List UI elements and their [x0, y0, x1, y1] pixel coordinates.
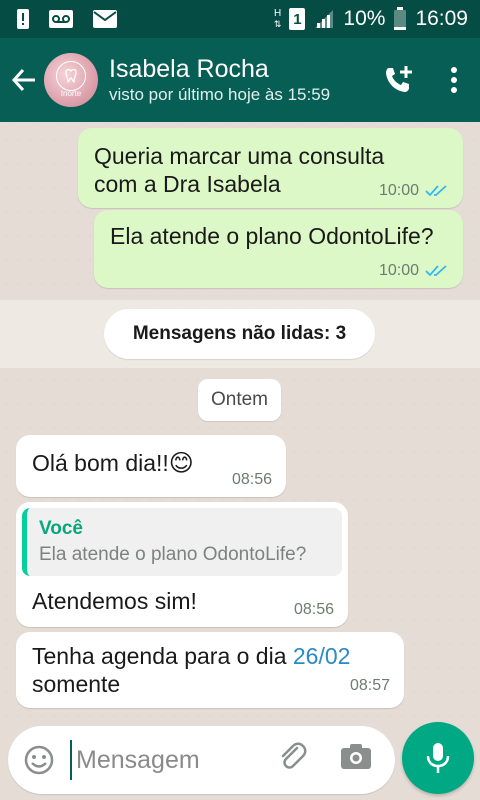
date-separator: Ontem [198, 379, 281, 421]
avatar-text: Inorte [60, 89, 82, 98]
chat-header: Inorte Isabela Rocha visto por último ho… [0, 38, 480, 122]
clock: 16:09 [415, 7, 468, 30]
email-icon [92, 9, 118, 29]
arrow-left-icon [11, 68, 35, 92]
camera-icon [341, 744, 371, 769]
signal-icon [313, 8, 335, 30]
attach-button[interactable] [272, 736, 312, 776]
emoji-button[interactable] [8, 726, 70, 794]
message-time: 08:56 [293, 601, 334, 618]
battery-icon [393, 7, 407, 31]
alert-icon [16, 8, 30, 30]
camera-button[interactable] [336, 736, 376, 776]
emoji-icon [24, 745, 54, 775]
message-bubble[interactable]: Olá bom dia!!😊 08:56 [16, 435, 286, 497]
message-text: Tenha agenda para o dia 26/02 somente [32, 642, 388, 698]
message-meta: 10:00 [379, 182, 449, 200]
sim-icon: 1 [289, 8, 306, 30]
microphone-icon [426, 743, 450, 773]
date-label: Ontem [210, 389, 269, 410]
quoted-author: Você [39, 518, 84, 539]
voice-record-button[interactable] [402, 722, 474, 794]
message-text: Ela atende o plano OdontoLife? [110, 223, 434, 249]
message-text: Queria marcar uma consulta com a Dra Isa… [94, 143, 385, 197]
message-input[interactable] [70, 740, 270, 780]
date-link[interactable]: 26/02 [293, 643, 351, 669]
message-bubble[interactable]: Ela atende o plano OdontoLife? 10:00 [94, 210, 463, 288]
status-bar: H ⇅ 1 10% 16:09 [0, 0, 480, 38]
message-time: 10:00 [378, 262, 419, 279]
message-bubble[interactable]: Você Ela atende o plano OdontoLife? Aten… [16, 502, 348, 627]
message-bubble[interactable]: Queria marcar uma consulta com a Dra Isa… [78, 128, 463, 208]
add-call-button[interactable] [368, 38, 428, 122]
more-options-button[interactable] [428, 38, 480, 122]
quoted-message[interactable]: Você Ela atende o plano OdontoLife? [22, 508, 342, 576]
double-check-icon [425, 185, 447, 197]
back-button[interactable] [2, 38, 46, 122]
message-text: Olá bom dia!! [32, 450, 169, 476]
message-text-part: Tenha agenda para o dia [32, 643, 287, 669]
more-vert-icon [451, 67, 457, 93]
contact-info[interactable]: Isabela Rocha visto por último hoje às 1… [109, 54, 330, 106]
message-text-part: somente [32, 671, 121, 697]
chat-area[interactable]: Queria marcar uma consulta com a Dra Isa… [0, 122, 480, 722]
smile-emoji-icon: 😊 [168, 450, 194, 477]
message-time: 10:00 [378, 182, 419, 199]
battery-percent: 10% [343, 7, 386, 30]
message-meta: 10:00 [379, 262, 449, 280]
paperclip-icon [281, 742, 307, 769]
message-time: 08:56 [231, 471, 272, 488]
unread-messages-badge: Mensagens não lidas: 3 [104, 309, 375, 359]
message-bubble[interactable]: Tenha agenda para o dia 26/02 somente 08… [16, 632, 404, 708]
message-time: 08:57 [349, 677, 390, 694]
voicemail-icon [48, 9, 74, 29]
avatar[interactable]: Inorte [44, 53, 98, 107]
tooth-logo-icon [56, 61, 86, 91]
last-seen: visto por último hoje às 15:59 [109, 85, 331, 104]
contact-name: Isabela Rocha [109, 55, 269, 83]
double-check-icon [425, 265, 447, 277]
unread-label: Mensagens não lidas: 3 [132, 323, 347, 344]
network-type-icon: H ⇅ [273, 8, 282, 30]
composer-bar [0, 722, 480, 800]
quoted-text: Ela atende o plano OdontoLife? [39, 544, 307, 565]
phone-plus-icon [386, 66, 412, 92]
